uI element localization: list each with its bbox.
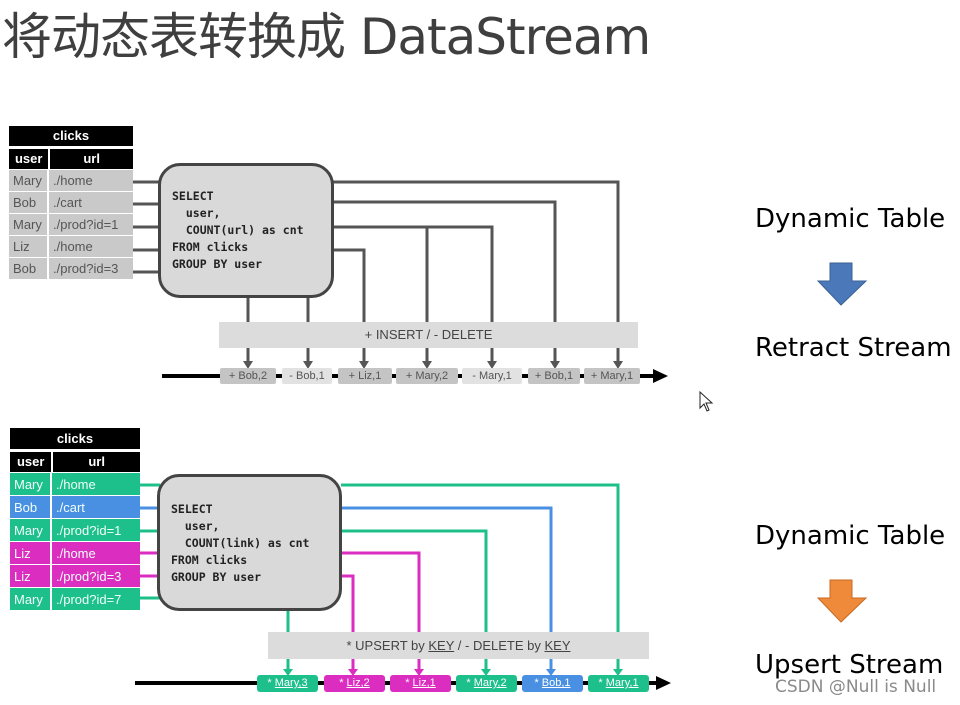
column-header-user: user xyxy=(10,452,54,472)
cell-user: Bob xyxy=(9,192,49,213)
stream-event-delete: - Mary,1 xyxy=(462,368,522,384)
retract-from-label: Dynamic Table xyxy=(755,204,946,234)
table-title: clicks xyxy=(10,428,140,449)
cell-user: Mary xyxy=(9,170,49,191)
cell-url: ./prod?id=3 xyxy=(49,258,133,279)
upsert-to-label: Upsert Stream xyxy=(755,650,944,680)
cell-url: ./prod?id=1 xyxy=(49,214,133,235)
output-wire xyxy=(341,506,553,632)
table-row: Mary ./prod?id=1 xyxy=(9,213,133,235)
timeline-arrow-icon xyxy=(653,369,668,383)
cell-url: ./home xyxy=(52,542,140,564)
bar-text: * UPSERT by xyxy=(346,638,429,653)
output-wire xyxy=(333,200,557,322)
sql-query: SELECT user, COUNT(url) as cnt FROM clic… xyxy=(172,189,304,271)
mouse-cursor-icon xyxy=(699,390,714,412)
cell-url: ./prod?id=1 xyxy=(52,519,140,541)
stream-event-upsert: * Mary,2 xyxy=(456,675,517,692)
stream-event-delete: - Bob,1 xyxy=(282,368,332,384)
cell-url: ./prod?id=7 xyxy=(52,588,140,610)
retract-to-label: Retract Stream xyxy=(755,333,952,363)
sql-query: SELECT user, COUNT(link) as cnt FROM cli… xyxy=(171,502,310,584)
stream-event-insert: + Bob,2 xyxy=(220,368,276,384)
output-wire xyxy=(341,529,488,632)
cell-user: Bob xyxy=(9,258,49,279)
cell-user: Liz xyxy=(9,236,49,257)
timeline-arrow-icon xyxy=(656,676,671,690)
cell-url: ./cart xyxy=(52,496,140,518)
column-header-user: user xyxy=(9,149,51,169)
table-title: clicks xyxy=(9,126,133,146)
cell-user: Mary xyxy=(10,473,52,495)
upsert-from-label: Dynamic Table xyxy=(755,521,946,551)
table-row: Liz ./home xyxy=(9,235,133,257)
table-row: Bob ./prod?id=3 xyxy=(9,257,133,279)
watermark: CSDN @Null is Null xyxy=(775,677,937,697)
table-row: Liz ./home xyxy=(10,541,140,564)
table-row: Mary ./prod?id=1 xyxy=(10,518,140,541)
stream-event-insert: + Liz,1 xyxy=(338,368,392,384)
table-header: user url xyxy=(9,149,133,169)
cell-url: ./home xyxy=(49,170,133,191)
cell-url: ./prod?id=3 xyxy=(52,565,140,587)
stream-event-upsert: * Bob,1 xyxy=(522,675,583,692)
stream-event-insert: + Mary,1 xyxy=(584,368,640,384)
column-header-url: url xyxy=(50,149,133,169)
cell-user: Mary xyxy=(10,519,52,541)
query-box-upsert: SELECT user, COUNT(link) as cnt FROM cli… xyxy=(157,474,342,611)
clicks-table-retract: clicks user url Mary ./home Bob ./cart Mary.… xyxy=(9,126,133,279)
key-text: KEY xyxy=(544,638,571,653)
cell-url: ./home xyxy=(49,236,133,257)
stream-event-insert: + Mary,2 xyxy=(396,368,458,384)
cell-user: Mary xyxy=(10,588,52,610)
column-header-url: url xyxy=(53,452,140,472)
insert-delete-bar: + INSERT / - DELETE xyxy=(219,322,638,348)
table-row: Liz ./prod?id=3 xyxy=(10,564,140,587)
cell-user: Bob xyxy=(10,496,52,518)
cell-user: Liz xyxy=(10,542,52,564)
stream-event-upsert: * Mary,1 xyxy=(588,675,649,692)
table-row: Bob ./cart xyxy=(10,495,140,518)
stream-event-upsert: * Liz,2 xyxy=(324,675,385,692)
table-header: user url xyxy=(10,452,140,472)
bar-text: / - DELETE by xyxy=(454,638,545,653)
cell-user: Liz xyxy=(10,565,52,587)
output-wire xyxy=(333,225,494,322)
big-arrows xyxy=(816,262,868,623)
down-arrow-icon xyxy=(816,262,868,306)
clicks-table-upsert: clicks user url Mary ./home Bob ./cart Mary.… xyxy=(10,428,140,610)
cell-url: ./home xyxy=(52,473,140,495)
stream-event-upsert: * Mary,3 xyxy=(257,675,318,692)
upsert-delete-bar: * UPSERT by KEY / - DELETE by KEY xyxy=(268,632,649,659)
stream-event-upsert: * Liz,1 xyxy=(390,675,451,692)
cell-url: ./cart xyxy=(49,192,133,213)
output-wire xyxy=(341,574,355,632)
table-row: Mary ./home xyxy=(10,472,140,495)
down-arrow-icon xyxy=(816,579,868,623)
table-row: Mary ./home xyxy=(9,169,133,191)
table-row: Mary ./prod?id=7 xyxy=(10,587,140,610)
key-text: KEY xyxy=(428,638,455,653)
stream-event-insert: + Bob,1 xyxy=(528,368,580,384)
table-row: Bob ./cart xyxy=(9,191,133,213)
cell-user: Mary xyxy=(9,214,49,235)
output-wire xyxy=(333,248,366,322)
query-box-retract: SELECT user, COUNT(url) as cnt FROM clic… xyxy=(158,163,334,298)
